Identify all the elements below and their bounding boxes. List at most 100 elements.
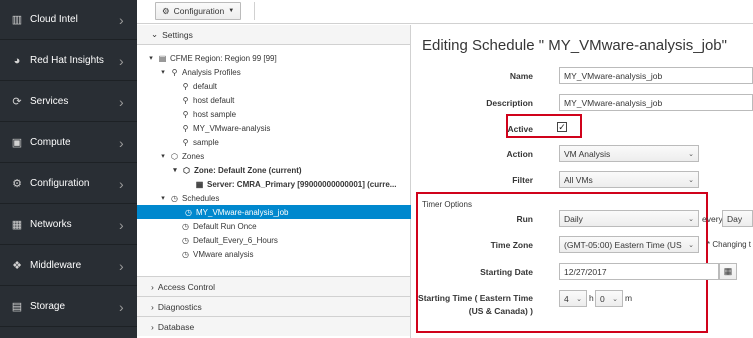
search-icon: ⚲ [182,137,189,147]
tree-node-label: host default [193,95,235,105]
chevron-right-icon: › [119,52,124,69]
database-icon: ▤ [158,53,167,63]
clock-icon: ◷ [182,235,189,245]
nav-item-red-hat-insights[interactable]: ◕ Red Hat Insights › [0,41,137,81]
minute-unit: m [625,293,633,303]
tree-node-schedule[interactable]: ◷ VMware analysis [181,247,253,261]
tree-node-label: Schedules [182,193,220,203]
collapse-icon[interactable]: ▾ [159,152,167,160]
tree-node-label: VMware analysis [193,249,254,259]
accordion-header-access-control[interactable]: › Access Control [137,276,410,296]
compute-icon: ▣ [11,137,23,149]
toolbar: ⚙ Configuration ▼ [137,0,753,24]
chevron-down-icon: ⌄ [151,29,159,39]
timer-options-heading: Timer Options [422,200,472,209]
accordion-header-label: Database [157,321,195,332]
run-select[interactable]: Daily ⌄ [559,210,699,227]
tree-node-profile[interactable]: ⚲ host default [181,93,235,107]
tree-node-region[interactable]: ▾ ▤ CFME Region: Region 99 [99] [147,51,277,65]
chevron-right-icon: › [151,301,154,312]
tree-node-schedule[interactable]: ◷ Default Run Once [181,219,257,233]
caret-down-icon: ⌄ [688,176,694,184]
clock-icon: ◷ [185,207,192,217]
starting-date-field[interactable]: 12/27/2017 [559,263,719,280]
starting-date-label: Starting Date [480,267,533,277]
nav-item-compute[interactable]: ▣ Compute › [0,123,137,163]
every-label: every [702,214,723,224]
filter-select[interactable]: All VMs ⌄ [559,171,699,188]
nav-item-services[interactable]: ⟳ Services › [0,82,137,122]
action-label: Action [506,149,533,159]
tree-node-schedule-selected[interactable]: ◷ MY_VMware-analysis_job [137,205,411,219]
zone-icon: ⬡ [183,165,190,175]
clock-icon: ◷ [171,193,178,203]
tree-node-schedules[interactable]: ▾ ◷ Schedules [159,191,219,205]
nav-item-label: Networks [30,219,72,230]
nav-item-label: Compute [30,137,71,148]
services-icon: ⟳ [12,96,22,108]
tree-node-profile[interactable]: ⚲ default [181,79,217,93]
filter-label: Filter [512,175,533,185]
main-navigation: ▥ Cloud Intel › ◕ Red Hat Insights › ⟳ S… [0,0,137,338]
name-field[interactable]: MY_VMware-analysis_job [559,67,753,84]
collapse-icon[interactable]: ▾ [147,54,155,62]
collapse-icon[interactable]: ▾ [171,166,179,174]
accordion-header-settings[interactable]: ⌄ Settings [137,25,410,45]
start-minute-select[interactable]: 0 ⌄ [595,290,623,307]
search-icon: ⚲ [182,81,189,91]
configuration-button-label: Configuration [173,6,225,16]
tree-node-label: Default Run Once [193,221,257,231]
active-checkbox[interactable]: ✓ [557,122,567,132]
storage-icon: ▤ [11,301,23,313]
accordion-header-database[interactable]: › Database [137,316,410,336]
settings-accordion: ⌄ Settings ▾ ▤ CFME Region: Region 99 [9… [137,25,411,338]
caret-down-icon: ⌄ [688,215,694,223]
nav-item-label: Middleware [30,260,82,271]
search-icon: ⚲ [182,123,189,133]
tree-node-profile[interactable]: ⚲ sample [181,135,219,149]
action-select[interactable]: VM Analysis ⌄ [559,145,699,162]
tree-node-server[interactable]: ▦ Server: CMRA_Primary [99000000000001] … [195,177,397,191]
accordion-header-diagnostics[interactable]: › Diagnostics [137,296,410,316]
collapse-icon[interactable]: ▾ [159,68,167,76]
tree-node-zones[interactable]: ▾ ⬡ Zones [159,149,204,163]
run-select-value: Daily [564,213,583,224]
nav-item-label: Red Hat Insights [30,55,104,66]
tree-node-label: Zones [182,151,205,161]
tree-node-zone[interactable]: ▾ ⬡ Zone: Default Zone (current) [171,163,301,177]
search-icon: ⚲ [171,67,178,77]
starting-time-label-line2: (US & Canada) ) [468,306,533,316]
chevron-right-icon: › [119,11,124,28]
toolbar-divider [254,2,255,20]
tree-node-schedule[interactable]: ◷ Default_Every_6_Hours [181,233,278,247]
caret-down-icon: ⌄ [688,241,694,249]
tree-node-profile[interactable]: ⚲ MY_VMware-analysis [181,121,271,135]
configuration-dropdown-button[interactable]: ⚙ Configuration ▼ [155,2,242,20]
page-title: Editing Schedule " MY_VMware-analysis_jo… [422,37,727,54]
description-field[interactable]: MY_VMware-analysis_job [559,94,753,111]
every-select[interactable]: Day [722,210,753,227]
caret-down-icon: ⌄ [688,150,694,158]
tree-node-profile[interactable]: ⚲ host sample [181,107,237,121]
hour-unit: h [589,293,594,303]
start-minute-value: 0 [600,293,605,304]
tree-node-label: MY_VMware-analysis [193,123,271,133]
start-hour-value: 4 [564,293,569,304]
tree-node-label: Default_Every_6_Hours [193,235,278,245]
nav-item-label: Configuration [30,178,90,189]
nav-item-networks[interactable]: ▦ Networks › [0,205,137,245]
timezone-change-note: * Changing t [707,240,752,249]
nav-item-storage[interactable]: ▤ Storage › [0,287,137,327]
start-hour-select[interactable]: 4 ⌄ [559,290,587,307]
nav-item-configuration[interactable]: ⚙ Configuration › [0,164,137,204]
calendar-icon[interactable]: ▦ [719,263,737,280]
nav-item-middleware[interactable]: ❖ Middleware › [0,246,137,286]
nav-item-cloud-intel[interactable]: ▥ Cloud Intel › [0,0,137,40]
settings-tree: ▾ ▤ CFME Region: Region 99 [99] ▾ ⚲ Anal… [137,45,411,276]
nav-item-label: Services [30,96,69,107]
timezone-select-value: (GMT-05:00) Eastern Time (US & C [564,239,684,250]
name-label: Name [509,71,533,81]
collapse-icon[interactable]: ▾ [159,194,167,202]
tree-node-analysis-profiles[interactable]: ▾ ⚲ Analysis Profiles [159,65,240,79]
timezone-select[interactable]: (GMT-05:00) Eastern Time (US & C ⌄ [559,236,699,253]
